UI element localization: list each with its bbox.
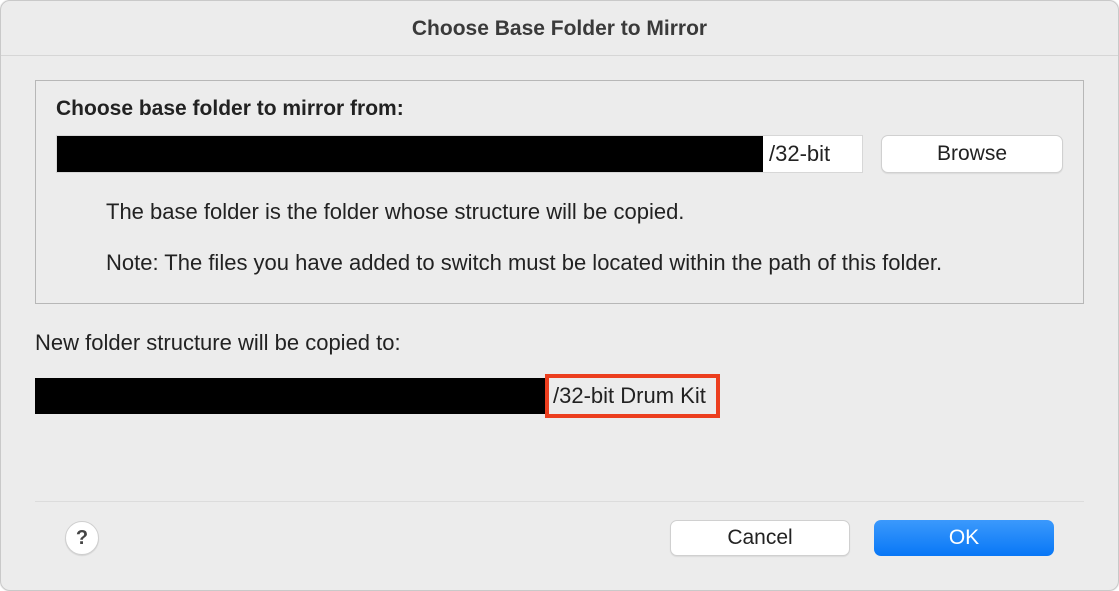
source-path-redacted (57, 136, 763, 172)
source-description: The base folder is the folder whose stru… (106, 195, 1043, 279)
browse-button[interactable]: Browse (881, 135, 1063, 173)
source-folder-label: Choose base folder to mirror from: (56, 97, 1063, 121)
titlebar: Choose Base Folder to Mirror (1, 1, 1118, 56)
dialog-footer: ? Cancel OK (35, 501, 1084, 576)
destination-section: New folder structure will be copied to: … (35, 330, 1084, 414)
description-line-1: The base folder is the folder whose stru… (106, 195, 1043, 228)
dialog-window: Choose Base Folder to Mirror Choose base… (0, 0, 1119, 591)
description-line-2: Note: The files you have added to switch… (106, 246, 1043, 279)
source-path-row: /32-bit Browse (56, 135, 1063, 173)
dialog-title: Choose Base Folder to Mirror (412, 17, 707, 40)
dialog-content: Choose base folder to mirror from: /32-b… (1, 56, 1118, 590)
destination-path-row: /32-bit Drum Kit (35, 378, 1084, 414)
ok-button[interactable]: OK (874, 520, 1054, 556)
destination-path-redacted (35, 378, 545, 414)
cancel-button[interactable]: Cancel (670, 520, 850, 556)
source-path-suffix: /32-bit (763, 141, 836, 167)
action-buttons: Cancel OK (670, 520, 1054, 556)
help-button[interactable]: ? (65, 521, 99, 555)
source-path-input[interactable]: /32-bit (56, 135, 863, 173)
destination-label: New folder structure will be copied to: (35, 330, 1084, 356)
destination-highlight-box: /32-bit Drum Kit (545, 374, 720, 418)
destination-path-suffix: /32-bit Drum Kit (553, 383, 706, 409)
source-folder-group: Choose base folder to mirror from: /32-b… (35, 80, 1084, 304)
